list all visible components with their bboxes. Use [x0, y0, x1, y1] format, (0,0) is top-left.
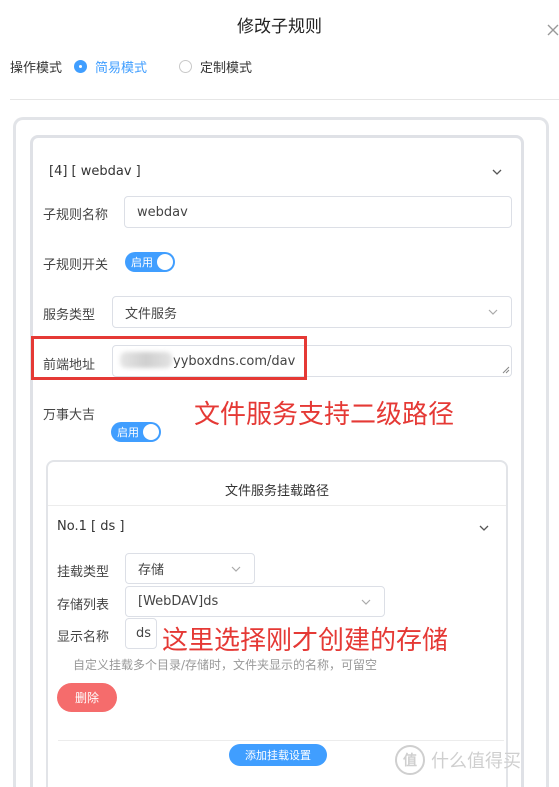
annotation-box: [31, 336, 307, 380]
mount-item-header[interactable]: No.1 [ ds ]: [57, 519, 124, 534]
storage-list-select[interactable]: [WebDAV]ds: [125, 586, 385, 617]
switch-text: 启用: [131, 256, 153, 269]
display-name-hint: 自定义挂载多个目录/存储时，文件夹显示的名称，可留空: [73, 658, 378, 672]
rule-name-value: webdav: [137, 204, 188, 220]
display-name-value: ds: [136, 626, 152, 641]
radio-dot: [179, 59, 193, 73]
display-name-input[interactable]: ds: [125, 618, 157, 649]
watermark-text: 什么值得买: [431, 751, 521, 772]
storage-list-value: [WebDAV]ds: [138, 594, 219, 609]
rule-switch-label: 子规则开关: [43, 258, 109, 273]
annotation-text-2: 这里选择刚才创建的存储: [162, 626, 449, 656]
switch-knob: [157, 254, 173, 270]
divider: [48, 505, 506, 506]
service-type-label: 服务类型: [43, 308, 96, 323]
radio-label: 简易模式: [95, 60, 148, 76]
add-mount-button[interactable]: 添加挂载设置: [229, 744, 327, 766]
radio-dot: [74, 59, 88, 73]
chevron-down-icon: [488, 309, 498, 315]
mount-type-label: 挂载类型: [57, 565, 110, 580]
delete-button[interactable]: 删除: [57, 683, 117, 712]
switch-text: 启用: [117, 426, 139, 439]
chevron-down-icon[interactable]: [491, 166, 503, 178]
divider: [10, 99, 559, 100]
chevron-down-icon[interactable]: [478, 522, 490, 534]
mount-type-value: 存储: [138, 563, 165, 578]
display-name-label: 显示名称: [57, 630, 110, 645]
service-type-select[interactable]: 文件服务: [112, 296, 512, 328]
mode-label: 操作模式: [10, 60, 63, 76]
dialog-title: 修改子规则: [237, 17, 322, 37]
lucky-switch-toggle[interactable]: 启用: [111, 422, 161, 442]
close-icon[interactable]: [545, 22, 559, 38]
radio-label: 定制模式: [200, 60, 253, 76]
switch-knob: [143, 424, 159, 440]
rule-name-label: 子规则名称: [43, 208, 109, 223]
radio-custom-mode[interactable]: 定制模式: [179, 57, 252, 76]
storage-list-label: 存储列表: [57, 598, 110, 613]
mode-row: 操作模式 简易模式 定制模式: [10, 57, 252, 76]
mount-title: 文件服务挂载路径: [224, 484, 329, 499]
annotation-text-1: 文件服务支持二级路径: [194, 400, 455, 430]
resize-handle-icon[interactable]: [502, 366, 510, 374]
watermark-logo-icon: 值: [395, 745, 425, 775]
mount-type-select[interactable]: 存储: [125, 553, 255, 584]
watermark: 值 什么值得买: [395, 745, 521, 775]
lucky-label: 万事大吉: [43, 408, 96, 423]
radio-simple-mode[interactable]: 简易模式: [74, 57, 147, 76]
service-type-value: 文件服务: [125, 306, 178, 322]
rule-switch-toggle[interactable]: 启用: [125, 252, 175, 272]
chevron-down-icon: [231, 566, 241, 572]
divider: [58, 740, 504, 741]
rule-header[interactable]: [4] [ webdav ]: [49, 164, 141, 179]
chevron-down-icon: [361, 599, 371, 605]
rule-name-input[interactable]: webdav: [124, 196, 512, 228]
